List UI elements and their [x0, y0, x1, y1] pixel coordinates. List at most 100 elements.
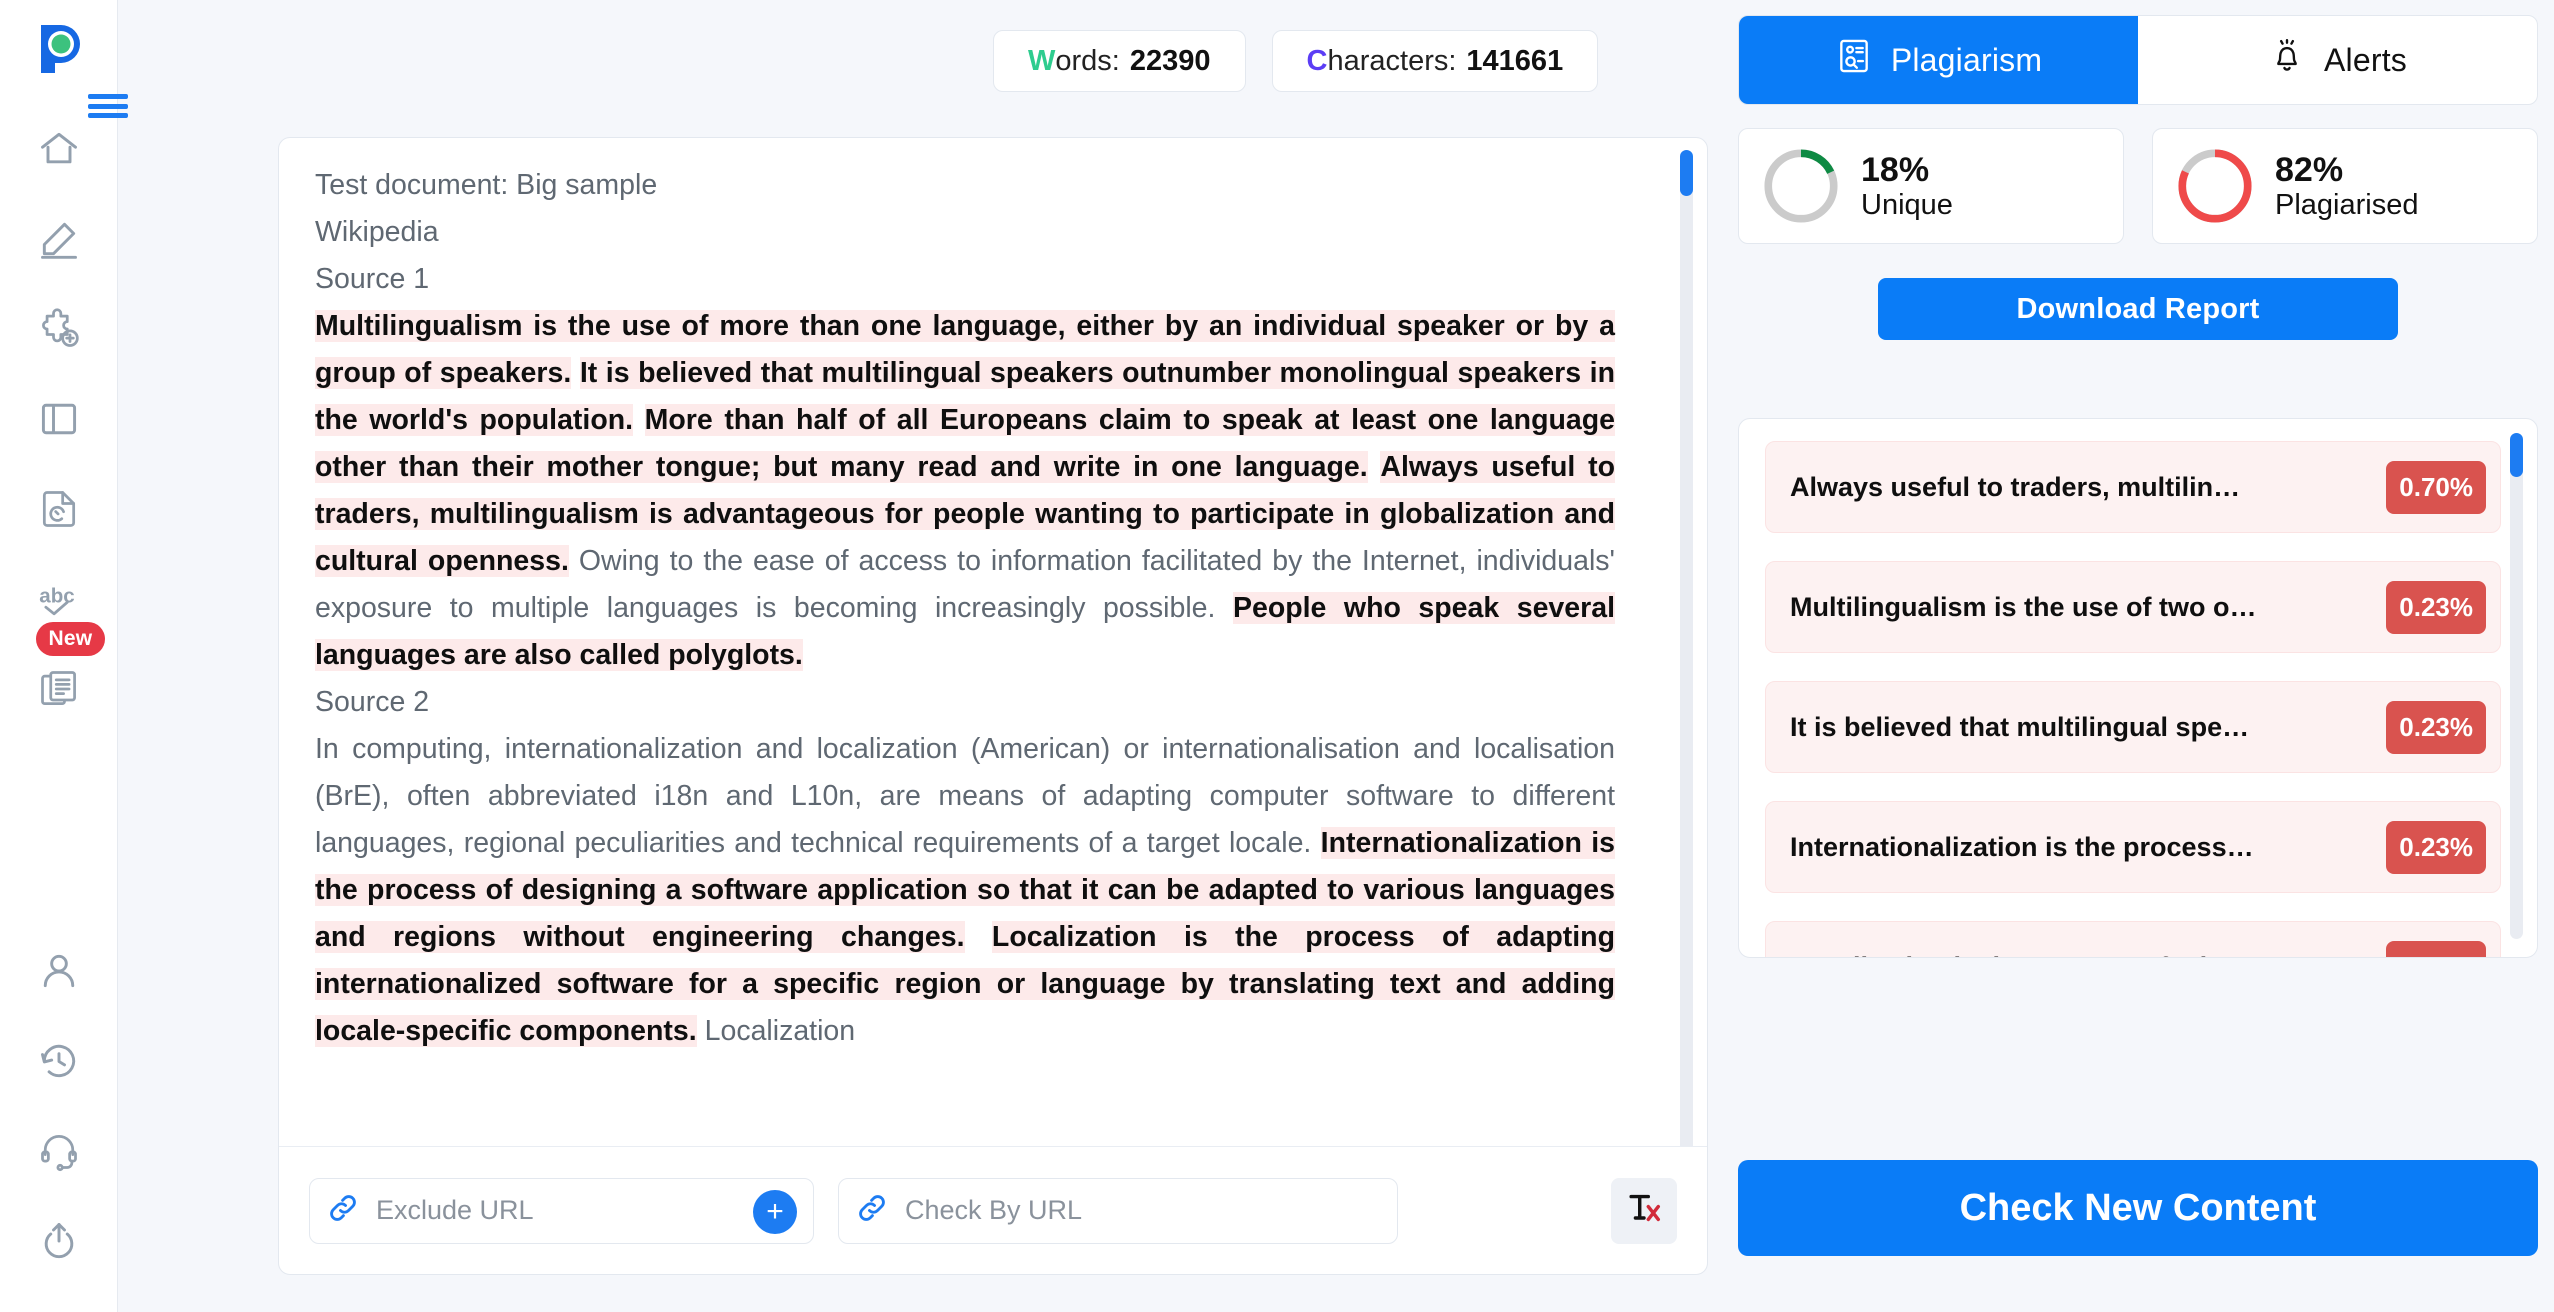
history-clock-icon	[37, 1039, 81, 1083]
document-paragraph-2: In computing, internationalization and l…	[315, 726, 1615, 1055]
link-icon	[855, 1191, 889, 1230]
sidebar-bottom-group	[0, 926, 117, 1312]
sidebar-item-support[interactable]	[22, 1106, 96, 1196]
document-text-area[interactable]: Test document: Big sample Wikipedia Sour…	[279, 138, 1707, 1146]
editor-column: Words: 22390 Characters: 141661 Test docum…	[118, 0, 1738, 1312]
character-count-lead: C	[1306, 44, 1328, 77]
logout-power-icon	[37, 1219, 81, 1263]
plagiarised-percentage: 82%	[2275, 150, 2344, 189]
svg-text:abc: abc	[39, 584, 74, 607]
home-icon	[37, 127, 81, 171]
character-count-value: 141661	[1466, 44, 1564, 77]
character-count-label: haracters:	[1327, 44, 1457, 77]
match-item[interactable]: It is believed that multilingual spe… 0.2…	[1765, 681, 2501, 773]
panel-tabs: Plagiarism Alerts	[1738, 15, 2538, 105]
word-count-box: Words: 22390	[993, 30, 1246, 92]
character-count-box: Characters: 141661	[1271, 30, 1599, 92]
match-item-percentage: 0.23%	[2386, 940, 2486, 957]
match-item-percentage: 0.23%	[2386, 820, 2486, 874]
unique-segment	[571, 357, 580, 389]
match-item-text: Multilingualism is the use of two o…	[1790, 591, 2257, 622]
abc-check-icon: abc	[36, 576, 82, 622]
check-by-url-placeholder: Check By URL	[905, 1195, 1083, 1225]
check-by-url-field[interactable]: Check By URL	[838, 1177, 1398, 1244]
download-report-button[interactable]: Download Report	[1878, 278, 2398, 340]
match-item[interactable]: Localization is the process of ada… 0.23%	[1765, 921, 2501, 958]
document-panel: Test document: Big sample Wikipedia Sour…	[278, 137, 1708, 1275]
pencil-edit-icon	[37, 217, 81, 261]
unique-segment: Localization	[696, 1015, 856, 1047]
unique-percentage: 18%	[1861, 150, 1930, 189]
results-panel: Plagiarism Alerts 18% Unique 82% Plagiar…	[1738, 0, 2554, 1312]
matches-list-inner: Always useful to traders, multilin… 0.70%…	[1765, 441, 2501, 958]
word-count-value: 22390	[1129, 44, 1211, 77]
clear-formatting-tx-icon	[1624, 1188, 1664, 1233]
sidebar-item-logout[interactable]	[22, 1196, 96, 1286]
unique-segment	[1368, 451, 1381, 483]
sidebar-top-group: abc New	[0, 104, 117, 734]
score-cards: 18% Unique 82% Plagiarised	[1738, 128, 2538, 244]
document-scrollbar-thumb[interactable]	[1680, 150, 1693, 196]
sidebar-item-library[interactable]	[22, 374, 96, 464]
sidebar-item-plugins[interactable]	[22, 284, 96, 374]
tab-plagiarism-label: Plagiarism	[1890, 41, 2043, 78]
exclude-url-placeholder: Exclude URL	[376, 1195, 534, 1225]
unique-score-text: 18% Unique	[1861, 151, 1953, 222]
document-refresh-icon	[37, 487, 81, 531]
new-badge: New	[35, 622, 106, 657]
tab-alerts[interactable]: Alerts	[2138, 16, 2537, 104]
app-logo-icon[interactable]	[28, 14, 90, 76]
plagiarised-caption: Plagiarised	[2275, 188, 2419, 221]
unique-segment	[633, 404, 645, 436]
matches-scrollbar-thumb[interactable]	[2510, 433, 2523, 477]
match-item-text: Always useful to traders, multilin…	[1790, 471, 2241, 502]
headset-support-icon	[37, 1129, 81, 1173]
sidebar-item-reports[interactable]: New	[22, 622, 106, 734]
document-title: Test document: Big sample	[315, 169, 658, 201]
plagiarised-score-text: 82% Plagiarised	[2275, 151, 2418, 222]
tab-plagiarism[interactable]: Plagiarism	[1739, 16, 2138, 104]
unique-donut-chart	[1764, 149, 1838, 223]
matches-scrollbar[interactable]	[2510, 433, 2523, 939]
user-icon	[37, 949, 81, 993]
document-source2-label: Source 2	[315, 686, 430, 718]
match-item-percentage: 0.23%	[2386, 700, 2486, 754]
clear-formatting-button[interactable]	[1611, 1177, 1677, 1244]
document-body[interactable]: Test document: Big sample Wikipedia Sour…	[315, 162, 1615, 1055]
add-exclude-url-button[interactable]: +	[753, 1189, 797, 1234]
match-item[interactable]: Always useful to traders, multilin… 0.70%	[1765, 441, 2501, 533]
bell-alert-icon	[2268, 37, 2306, 83]
sidebar-item-history[interactable]	[22, 1016, 96, 1106]
unique-segment	[965, 921, 992, 953]
word-count-lead: W	[1028, 44, 1056, 77]
match-item-text: It is believed that multilingual spe…	[1790, 711, 2250, 742]
document-paragraph-1: Multilingualism is the use of more than …	[315, 303, 1615, 679]
match-item[interactable]: Multilingualism is the use of two o… 0.23…	[1765, 561, 2501, 653]
match-item[interactable]: Internationalization is the process… 0.23…	[1765, 801, 2501, 893]
link-icon	[326, 1191, 360, 1230]
unique-score-card: 18% Unique	[1738, 128, 2124, 244]
match-item-percentage: 0.23%	[2386, 580, 2486, 634]
puzzle-add-icon	[37, 307, 81, 351]
plagiarism-report-icon	[1835, 37, 1873, 83]
match-item-text: Localization is the process of ada…	[1790, 952, 2372, 958]
exclude-url-field[interactable]: Exclude URL +	[309, 1177, 814, 1244]
sidebar-item-account[interactable]	[22, 926, 96, 1016]
unique-caption: Unique	[1861, 188, 1953, 221]
match-item-percentage: 0.70%	[2386, 460, 2486, 514]
check-new-content-button[interactable]: Check New Content	[1738, 1160, 2538, 1256]
sidebar: abc New	[0, 0, 118, 1312]
plagiarised-score-card: 82% Plagiarised	[2152, 128, 2538, 244]
book-icon	[37, 397, 81, 441]
matches-list[interactable]: Always useful to traders, multilin… 0.70%…	[1738, 418, 2538, 958]
sidebar-item-home[interactable]	[22, 104, 96, 194]
document-source1-label: Source 1	[315, 263, 430, 295]
match-item-text: Internationalization is the process…	[1790, 831, 2254, 862]
documents-icon	[37, 667, 81, 711]
sidebar-item-edit[interactable]	[22, 194, 96, 284]
counters: Words: 22390 Characters: 141661	[993, 30, 1599, 92]
document-toolbar: Exclude URL + Check By URL	[279, 1146, 1707, 1274]
document-scrollbar[interactable]	[1680, 150, 1693, 1146]
word-count-label: ords:	[1055, 44, 1120, 77]
sidebar-item-paraphrase[interactable]	[22, 464, 96, 554]
